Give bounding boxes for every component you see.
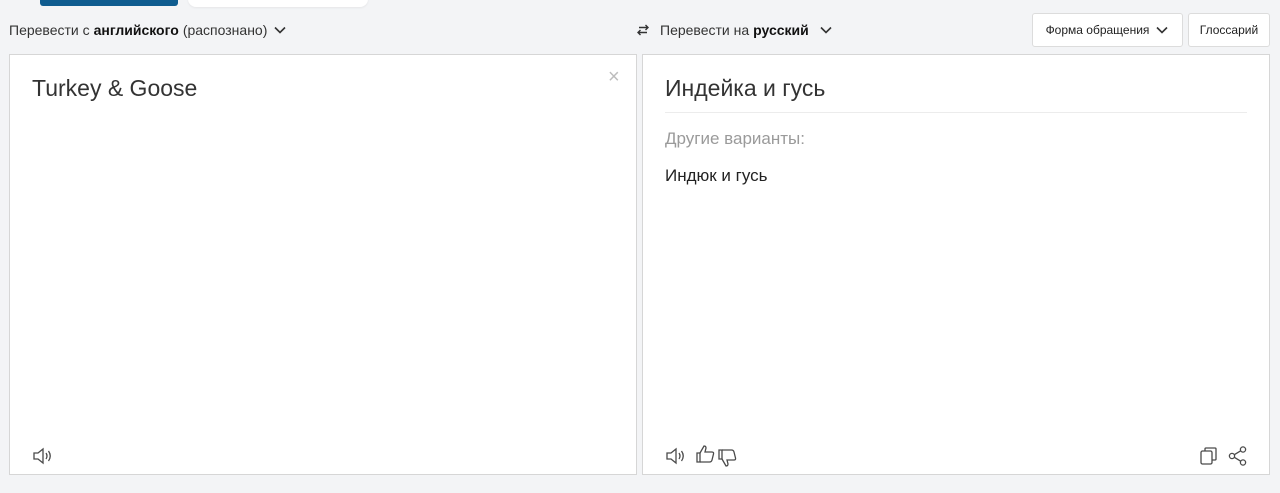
swap-icon[interactable] <box>636 23 650 37</box>
translation-text[interactable]: Индейка и гусь <box>665 75 825 102</box>
translation-panel: Индейка и гусь Другие варианты: Индюк и … <box>642 54 1270 475</box>
alternative-item[interactable]: Индюк и гусь <box>665 166 768 186</box>
copy-icon[interactable] <box>1198 445 1220 467</box>
formality-dropdown-button[interactable]: Форма обращения <box>1032 13 1183 47</box>
thumbs-down-icon-graphic <box>718 449 737 467</box>
share-icon[interactable] <box>1227 445 1249 467</box>
speaker-icon-graphic <box>666 447 684 465</box>
source-language-prefix: Перевести с <box>9 22 90 38</box>
share-icon-graphic <box>1228 446 1247 466</box>
source-text-input[interactable]: Turkey & Goose <box>32 75 197 102</box>
close-icon[interactable]: × <box>608 67 620 87</box>
formality-label: Форма обращения <box>1045 23 1150 37</box>
speaker-icon[interactable] <box>32 445 54 467</box>
speaker-icon[interactable] <box>665 445 687 467</box>
target-language-selector[interactable]: Перевести на русский <box>636 22 833 38</box>
source-language-detected: (распознано) <box>182 22 268 38</box>
tab-inactive[interactable] <box>188 0 368 7</box>
thumbs-down-icon[interactable] <box>717 447 739 469</box>
thumbs-up-icon-graphic <box>696 445 715 463</box>
target-language-name: русский <box>753 22 809 38</box>
active-tab-indicator[interactable] <box>40 0 178 6</box>
chevron-down-icon <box>1156 26 1169 34</box>
copy-icon-graphic <box>1200 447 1217 465</box>
source-language-selector[interactable]: Перевести с английского (распознано) <box>9 22 287 38</box>
source-language-name: английского <box>93 22 179 38</box>
divider <box>665 112 1247 113</box>
chevron-down-icon <box>274 26 286 34</box>
source-text-panel[interactable]: Turkey & Goose × <box>9 54 637 475</box>
speaker-icon-graphic <box>33 447 51 465</box>
target-language-prefix: Перевести на <box>660 22 750 38</box>
glossary-button[interactable]: Глоссарий <box>1188 13 1270 47</box>
alternatives-label: Другие варианты: <box>665 129 805 148</box>
chevron-down-icon <box>820 26 832 34</box>
thumbs-up-icon[interactable] <box>695 443 717 465</box>
glossary-label: Глоссарий <box>1199 23 1259 37</box>
